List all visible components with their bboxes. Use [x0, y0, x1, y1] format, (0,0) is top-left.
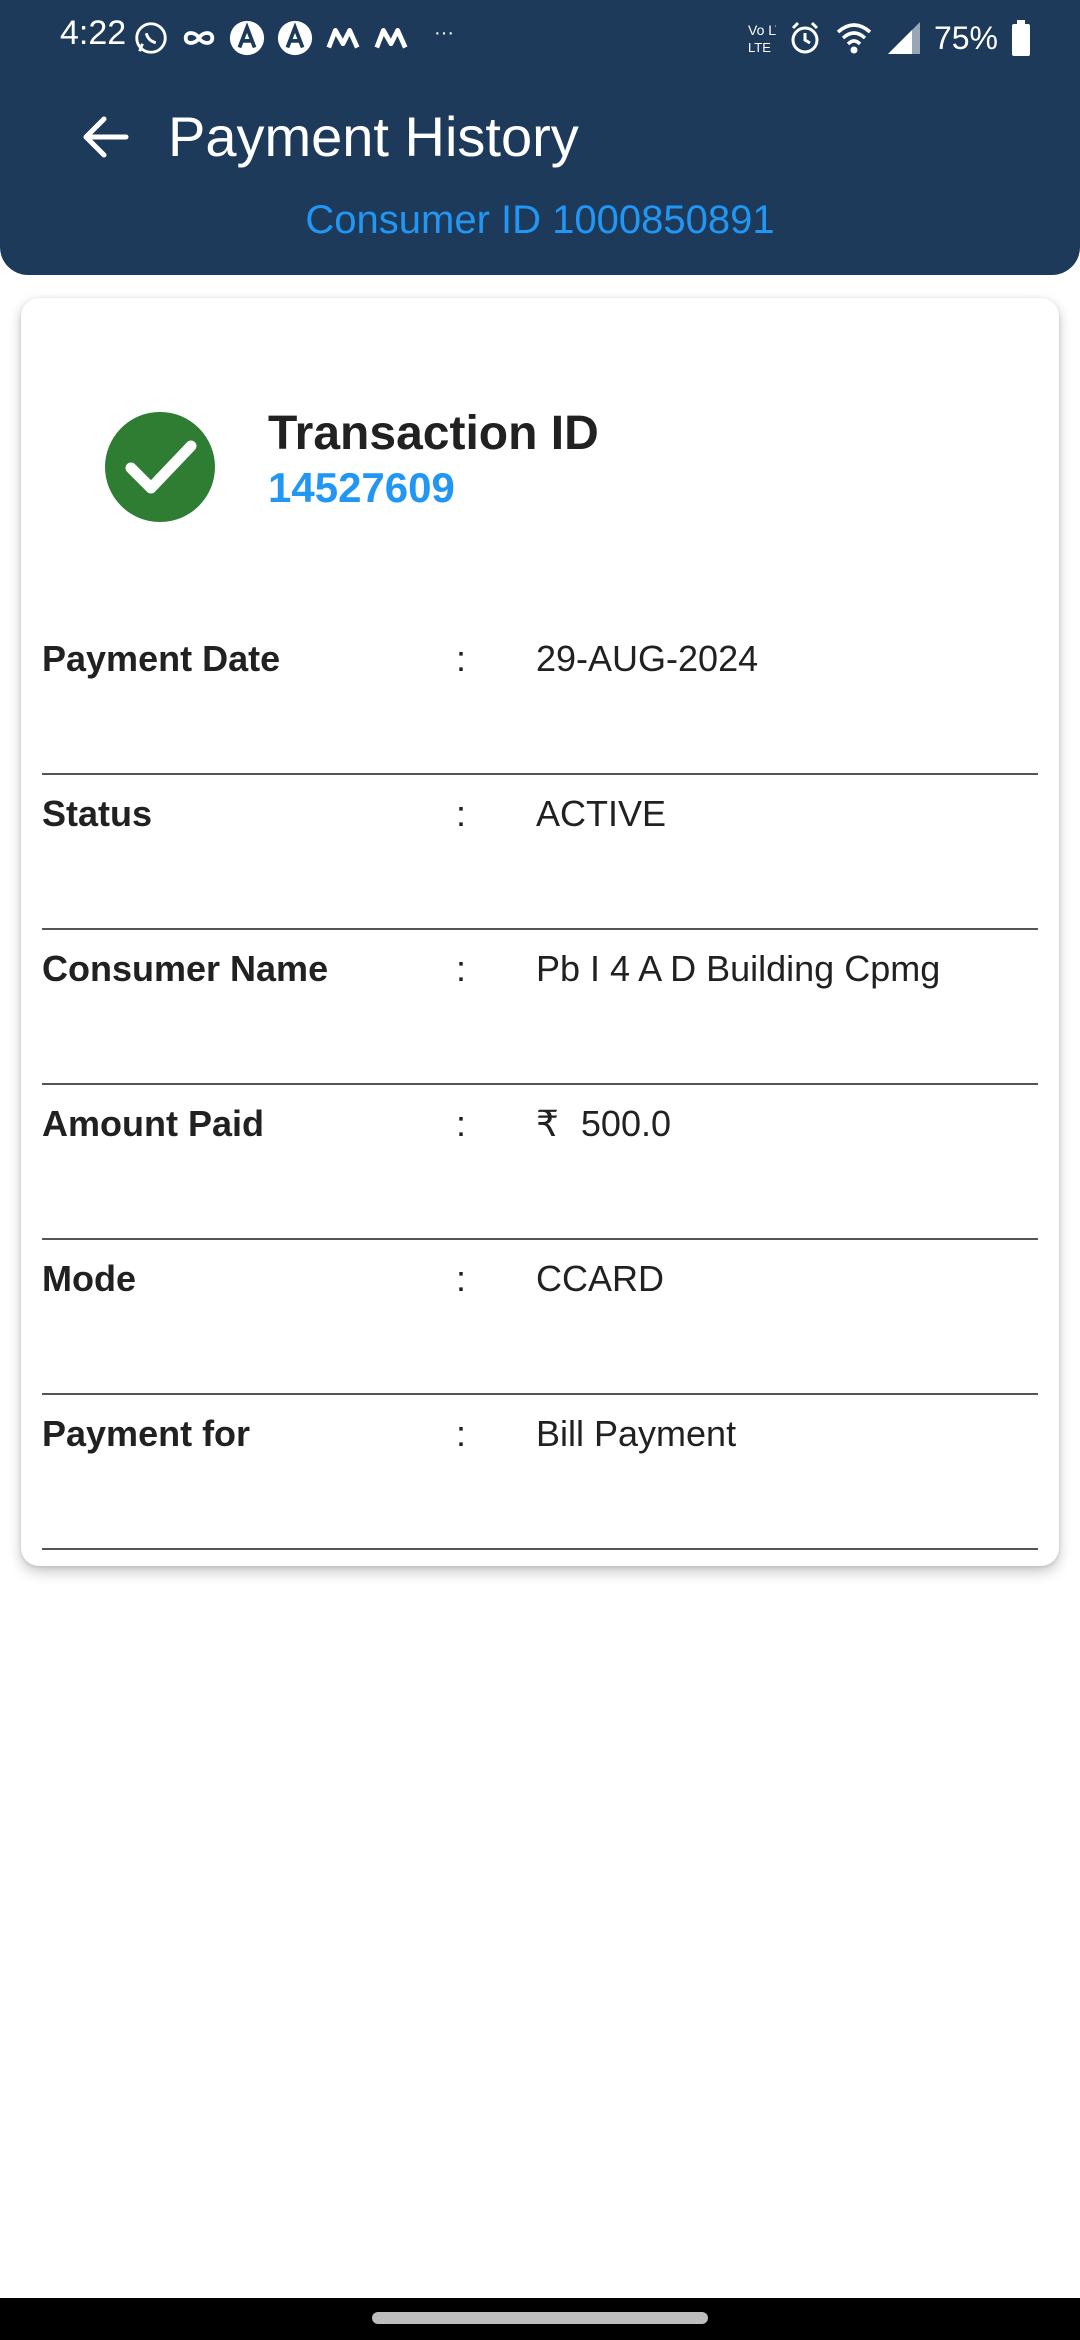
detail-row-payment-for: Payment for : Bill Payment: [42, 1395, 1038, 1550]
notification-icons: ···: [132, 18, 454, 58]
volte-icon: Vo LTE LTE: [748, 22, 776, 55]
a-logo-icon: [229, 20, 265, 56]
system-nav-bar: [0, 2298, 1080, 2340]
signal-icon: [887, 22, 920, 54]
detail-value: ACTIVE: [536, 793, 667, 834]
battery-icon: [1012, 20, 1030, 56]
detail-colon: :: [456, 638, 467, 679]
detail-label: Amount Paid: [42, 1103, 264, 1144]
check-circle-icon: [105, 412, 215, 522]
transaction-card: Transaction ID 14527609 Payment Date : 2…: [21, 298, 1059, 1566]
amount-value: 500.0: [580, 1103, 671, 1144]
home-gesture-handle[interactable]: [372, 2312, 708, 2324]
detail-row-consumer-name: Consumer Name : Pb I 4 A D Building Cpmg: [42, 930, 1038, 1085]
whatsapp-icon: [135, 22, 167, 54]
rupee-symbol: ₹: [536, 1103, 559, 1144]
detail-colon: :: [456, 793, 467, 834]
detail-value: Bill Payment: [536, 1413, 737, 1454]
svg-text:Vo LTE: Vo LTE: [748, 22, 776, 38]
detail-value: Pb I 4 A D Building Cpmg: [536, 948, 941, 989]
a-logo-icon: [277, 20, 313, 56]
detail-row-payment-date: Payment Date : 29-AUG-2024: [42, 620, 1038, 775]
detail-value: CCARD: [536, 1258, 665, 1299]
detail-colon: :: [456, 1258, 467, 1299]
m-logo-icon: [374, 28, 408, 49]
detail-label: Status: [42, 793, 153, 834]
infinity-icon: [183, 31, 215, 45]
detail-label: Payment for: [42, 1413, 251, 1454]
svg-text:LTE: LTE: [748, 40, 771, 55]
status-time: 4:22: [60, 14, 127, 52]
system-icons: Vo LTE LTE 75%: [746, 16, 1032, 60]
m-logo-icon: [326, 28, 360, 49]
alarm-icon: [791, 21, 819, 54]
detail-value-amount: ₹500.0: [536, 1085, 671, 1163]
detail-label: Mode: [42, 1258, 136, 1299]
detail-row-status: Status : ACTIVE: [42, 775, 1038, 930]
detail-colon: :: [456, 1103, 467, 1144]
battery-percent: 75%: [933, 19, 998, 56]
detail-label: Consumer Name: [42, 948, 329, 989]
wifi-icon: [836, 23, 872, 54]
detail-row-mode: Mode : CCARD: [42, 1240, 1038, 1395]
detail-colon: :: [456, 1413, 467, 1454]
page-title: Payment History: [168, 105, 579, 168]
detail-row-amount-paid: Amount Paid : ₹500.0: [42, 1085, 1038, 1240]
transaction-id-label: Transaction ID: [268, 407, 599, 460]
status-bar: 4:22 ··· Vo L LTE 75%: [0, 0, 1080, 78]
transaction-id-value: 14527609: [268, 464, 455, 511]
back-arrow-icon[interactable]: [78, 110, 132, 164]
detail-colon: :: [456, 948, 467, 989]
app-header: 4:22 ··· Vo L LTE 75% Payment History Co…: [0, 0, 1080, 275]
details-list: Payment Date : 29-AUG-2024 Status : ACTI…: [42, 620, 1038, 1550]
detail-value: 29-AUG-2024: [536, 638, 759, 679]
more-notifications-icon: ···: [434, 21, 454, 44]
detail-label: Payment Date: [42, 638, 281, 679]
consumer-id-label: Consumer ID 1000850891: [305, 198, 775, 242]
